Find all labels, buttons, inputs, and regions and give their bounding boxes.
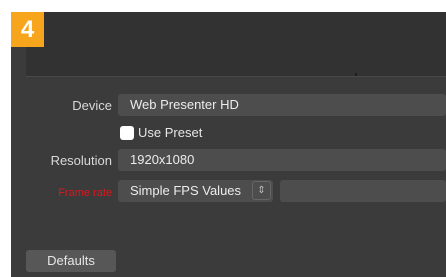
use-preset-checkbox[interactable] [120,126,134,140]
resolution-field[interactable]: 1920x1080 [118,149,446,171]
scroll-tick [355,73,357,76]
device-label: Device [72,98,112,113]
preview-area [26,12,446,77]
use-preset-label: Use Preset [138,125,203,140]
frame-rate-select[interactable]: Simple FPS Values [118,180,273,202]
resolution-label: Resolution [50,153,112,168]
defaults-button[interactable]: Defaults [26,250,116,272]
frame-rate-label: Frame rate [58,187,112,199]
step-number-badge: 4 [11,12,44,47]
chevron-up-down-icon[interactable]: ⇕ [252,181,271,200]
frame-rate-value-field[interactable] [280,180,446,202]
device-field[interactable]: Web Presenter HD [118,94,446,116]
